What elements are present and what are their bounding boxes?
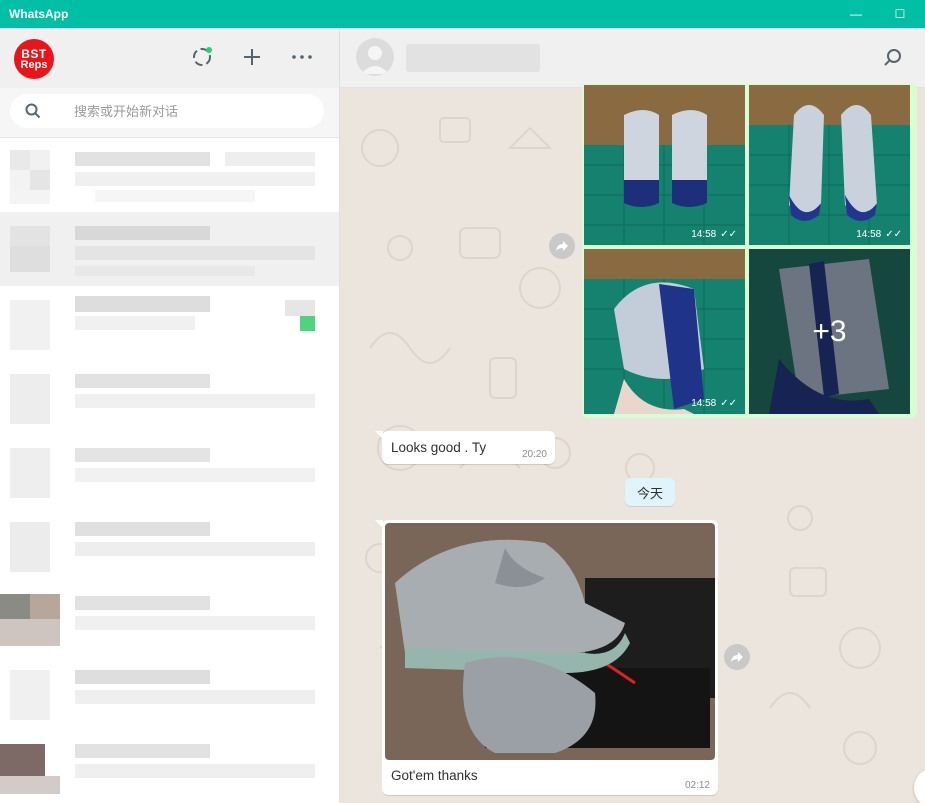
sidebar-header: BST Reps (0, 28, 339, 88)
status-icon[interactable] (190, 45, 214, 69)
conversation-pane: 14:58 ✓✓ 14:58 ✓✓ 14:58 ✓✓ +3 Looks good… (340, 28, 925, 803)
chat-list-item[interactable] (0, 360, 339, 434)
forward-icon (731, 652, 743, 662)
forward-icon (556, 241, 568, 251)
read-receipt-icon: ✓✓ (720, 398, 737, 409)
chat-list-item[interactable] (0, 212, 339, 286)
avatar (0, 664, 60, 724)
search-area (0, 88, 339, 138)
message-time: 02:12 (684, 780, 710, 791)
avatar (0, 590, 60, 650)
image-timestamp: 14:58 ✓✓ (691, 398, 737, 409)
window-title: WhatsApp (9, 7, 69, 21)
contact-avatar[interactable] (356, 38, 394, 76)
chat-list-item[interactable] (0, 138, 339, 212)
chat-list-item[interactable] (0, 656, 339, 730)
new-chat-icon[interactable] (240, 45, 264, 69)
avatar (0, 516, 60, 576)
avatar (0, 146, 60, 206)
date-separator: 今天 (625, 478, 675, 506)
avatar (0, 738, 60, 798)
image-album: 14:58 ✓✓ 14:58 ✓✓ 14:58 ✓✓ +3 (582, 83, 917, 418)
search-input[interactable] (74, 101, 314, 121)
maximize-button[interactable]: ☐ (877, 0, 923, 28)
album-image-1[interactable]: 14:58 ✓✓ (584, 85, 745, 245)
avatar (0, 368, 60, 428)
image-timestamp: 14:58 ✓✓ (691, 229, 737, 240)
unread-badge (300, 316, 315, 331)
avatar (0, 220, 60, 280)
album-more-images[interactable]: +3 (749, 249, 910, 414)
read-receipt-icon: ✓✓ (720, 229, 737, 240)
forward-button[interactable] (724, 644, 750, 670)
chat-list-item[interactable] (0, 286, 339, 360)
search-icon (25, 103, 41, 119)
message-text: Looks good . Ty (391, 440, 487, 455)
chat-list (0, 138, 339, 803)
message-image[interactable] (385, 523, 715, 760)
message-caption: Got'em thanks (391, 768, 478, 783)
sidebar: BST Reps (0, 28, 340, 803)
profile-avatar[interactable]: BST Reps (14, 39, 54, 79)
conversation-header[interactable] (340, 28, 925, 88)
menu-icon[interactable] (290, 45, 314, 69)
album-image-2[interactable]: 14:58 ✓✓ (749, 85, 910, 245)
chat-list-item[interactable] (0, 434, 339, 508)
minimize-button[interactable]: — (833, 0, 879, 28)
search-box[interactable] (10, 94, 324, 128)
forward-button[interactable] (549, 233, 575, 259)
chat-list-item[interactable] (0, 582, 339, 656)
message-bubble-incoming-image[interactable]: Got'em thanks 02:12 (375, 520, 718, 795)
album-image-3[interactable]: 14:58 ✓✓ (584, 249, 745, 414)
message-bubble-incoming[interactable]: Looks good . Ty 20:20 (375, 431, 555, 464)
window-titlebar: WhatsApp — ☐ (0, 0, 925, 28)
contact-name-redacted[interactable] (406, 44, 540, 72)
image-timestamp: 14:58 ✓✓ (856, 229, 902, 240)
more-images-count: +3 (749, 249, 910, 414)
message-time: 20:20 (521, 449, 547, 460)
read-receipt-icon: ✓✓ (885, 229, 902, 240)
chat-list-item[interactable] (0, 508, 339, 582)
chat-list-item[interactable] (0, 730, 339, 803)
avatar (0, 294, 60, 354)
avatar (0, 442, 60, 502)
search-icon[interactable] (881, 46, 905, 70)
